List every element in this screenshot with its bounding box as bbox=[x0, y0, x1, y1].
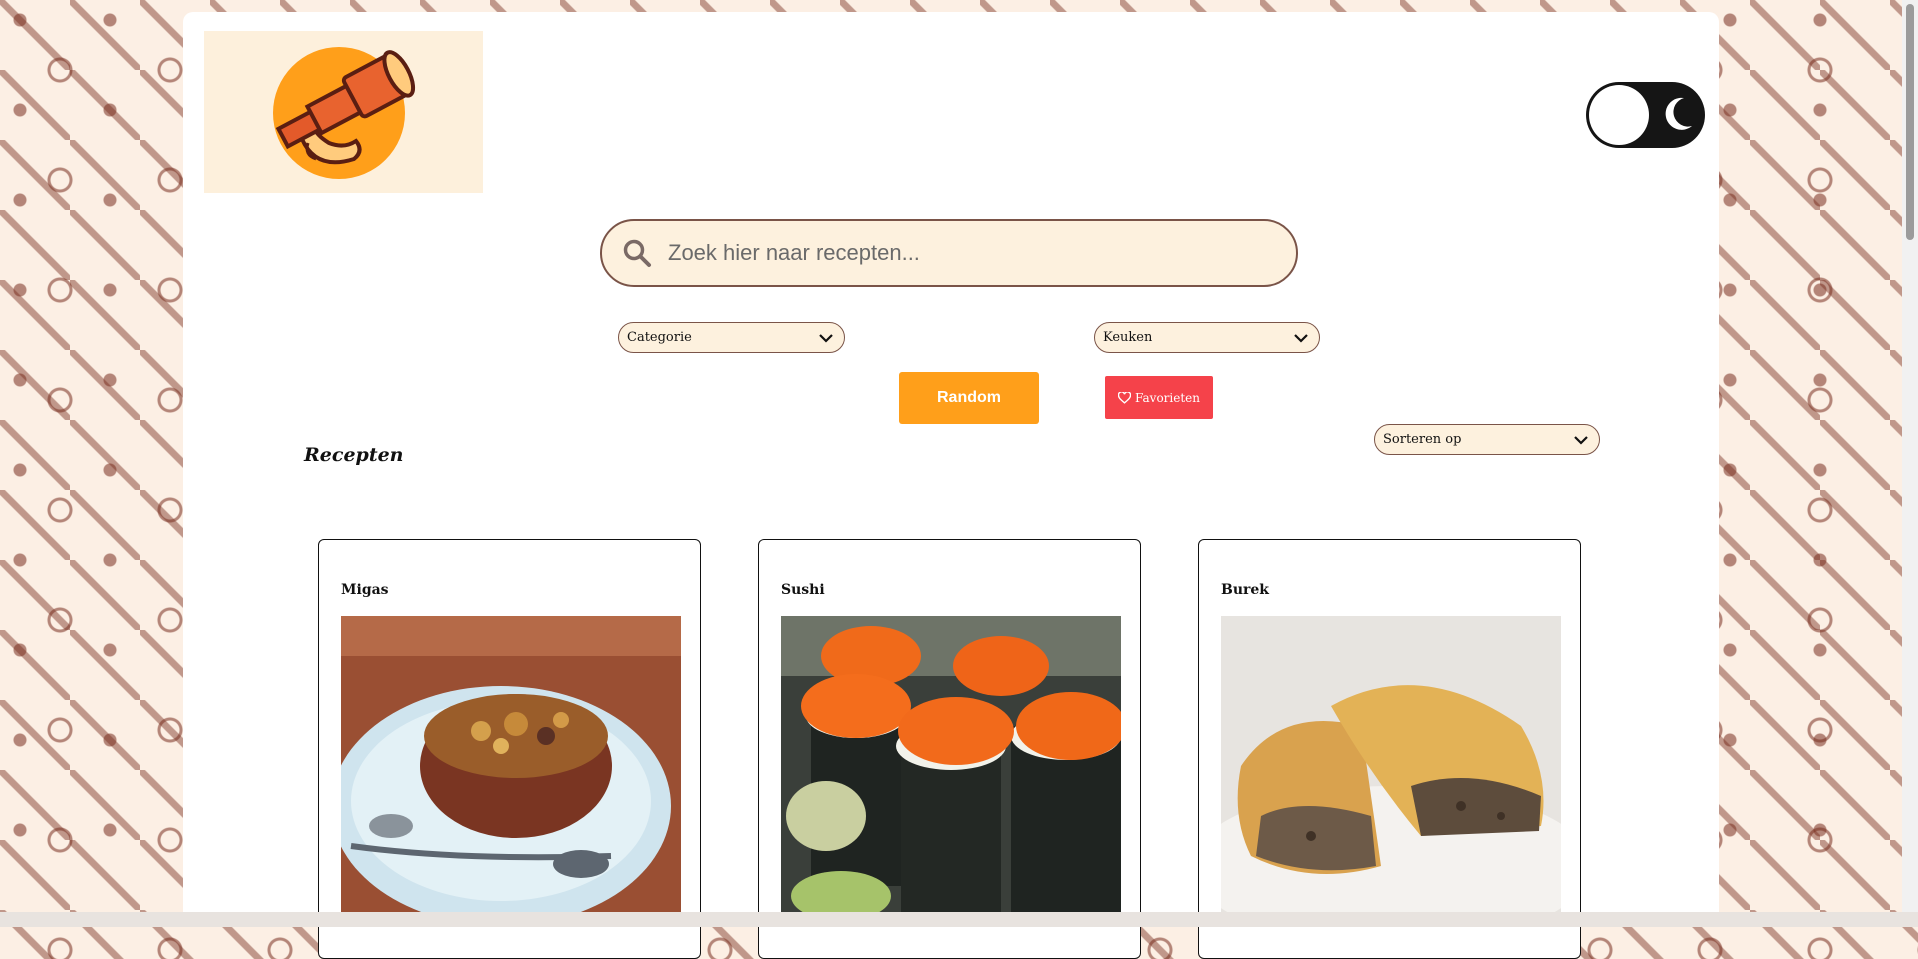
dark-mode-toggle[interactable] bbox=[1586, 82, 1705, 148]
recipe-card[interactable]: Sushi bbox=[758, 539, 1141, 959]
recipe-image[interactable] bbox=[781, 616, 1121, 916]
search-input[interactable] bbox=[666, 239, 1230, 267]
migas-image bbox=[341, 616, 681, 916]
chevron-down-icon bbox=[1574, 436, 1588, 445]
random-recipe-button[interactable]: Random bbox=[899, 372, 1039, 424]
favorites-button[interactable]: Favorieten bbox=[1105, 376, 1213, 419]
heart-icon bbox=[1118, 391, 1131, 404]
search-icon bbox=[623, 239, 651, 267]
cuisine-select-value: Keuken bbox=[1103, 330, 1153, 345]
scrollbar-thumb[interactable] bbox=[1906, 4, 1914, 240]
chevron-down-icon bbox=[819, 334, 833, 343]
recipe-title: Migas bbox=[341, 582, 389, 598]
recipe-card[interactable]: Burek bbox=[1198, 539, 1581, 959]
telescope-croissant-logo-icon bbox=[273, 47, 416, 179]
moon-icon bbox=[1665, 97, 1692, 130]
toggle-knob bbox=[1589, 85, 1649, 145]
recipe-title: Sushi bbox=[781, 582, 825, 598]
recipe-image[interactable] bbox=[341, 616, 681, 916]
recipe-image[interactable] bbox=[1221, 616, 1561, 916]
cuisine-select[interactable]: Keuken bbox=[1094, 322, 1320, 353]
taskbar bbox=[0, 912, 1918, 927]
main-page: Categorie Keuken Random Favorieten Sorte… bbox=[183, 12, 1719, 959]
page-scrollbar[interactable] bbox=[1902, 0, 1918, 912]
section-title: Recepten bbox=[304, 444, 404, 466]
favorites-button-label: Favorieten bbox=[1135, 390, 1200, 405]
category-select[interactable]: Categorie bbox=[618, 322, 845, 353]
random-button-label: Random bbox=[937, 389, 1001, 406]
site-logo[interactable] bbox=[204, 31, 483, 193]
search-bar[interactable] bbox=[600, 219, 1298, 287]
burek-image bbox=[1221, 616, 1561, 916]
recipe-title: Burek bbox=[1221, 582, 1269, 598]
sort-select-value: Sorteren op bbox=[1383, 432, 1462, 447]
chevron-down-icon bbox=[1294, 334, 1308, 343]
sort-select[interactable]: Sorteren op bbox=[1374, 424, 1600, 455]
recipe-card[interactable]: Migas bbox=[318, 539, 701, 959]
category-select-value: Categorie bbox=[627, 330, 692, 345]
sushi-image bbox=[781, 616, 1121, 916]
